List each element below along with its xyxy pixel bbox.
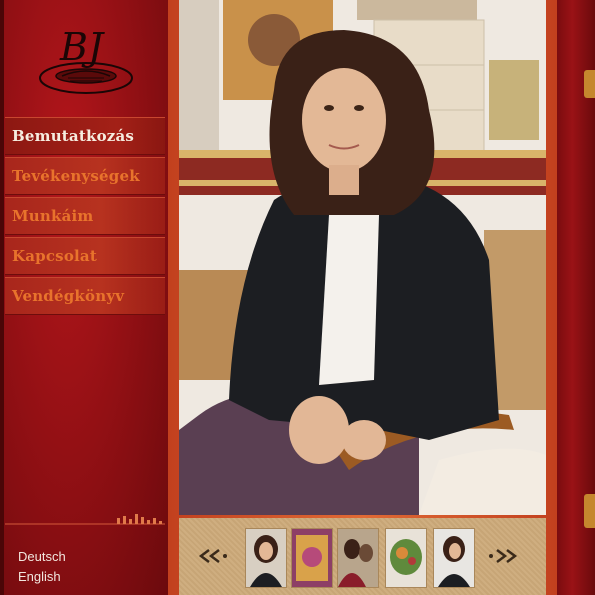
language-link-english[interactable]: English	[18, 567, 66, 587]
frame-handle-bottom	[584, 494, 595, 528]
nav-item-label: Munkáim	[12, 207, 94, 225]
nav-item-label: Tevékenységek	[12, 167, 140, 185]
language-switcher: Deutsch English	[18, 547, 66, 587]
nav-item-label: Kapcsolat	[12, 247, 97, 265]
nav-item-label: Bemutatkozás	[12, 127, 135, 145]
thumbnail-1[interactable]	[245, 528, 287, 588]
thumbnail-3[interactable]	[337, 528, 379, 588]
page: BJ Bemutatkozás Tevékenységek Munkáim Ka…	[0, 0, 595, 595]
decorative-divider	[5, 514, 165, 525]
nav-item-label: Vendégkönyv	[12, 287, 125, 305]
sidebar: BJ Bemutatkozás Tevékenységek Munkáim Ka…	[0, 0, 168, 595]
double-chevron-right-icon[interactable]	[487, 548, 521, 564]
main-photo	[179, 0, 546, 515]
thumbnail-5[interactable]	[433, 528, 475, 588]
nav-item-kapcsolat[interactable]: Kapcsolat	[5, 237, 165, 275]
thumbnail-2[interactable]	[291, 528, 333, 588]
nav-item-tevekenysegek[interactable]: Tevékenységek	[5, 157, 165, 195]
language-link-deutsch[interactable]: Deutsch	[18, 547, 66, 567]
nav-item-vendegkonyv[interactable]: Vendégkönyv	[5, 277, 165, 315]
double-chevron-left-icon[interactable]	[195, 548, 229, 564]
frame-handle-top	[584, 70, 595, 98]
thumbnail-strip	[179, 518, 546, 595]
nav-item-bemutatkozas[interactable]: Bemutatkozás	[5, 117, 165, 155]
thumbnail-4[interactable]	[385, 528, 427, 588]
portrait-illustration	[179, 0, 546, 515]
logo[interactable]: BJ	[32, 16, 140, 100]
main-nav: Bemutatkozás Tevékenységek Munkáim Kapcs…	[5, 117, 165, 317]
nav-item-munkaim[interactable]: Munkáim	[5, 197, 165, 235]
